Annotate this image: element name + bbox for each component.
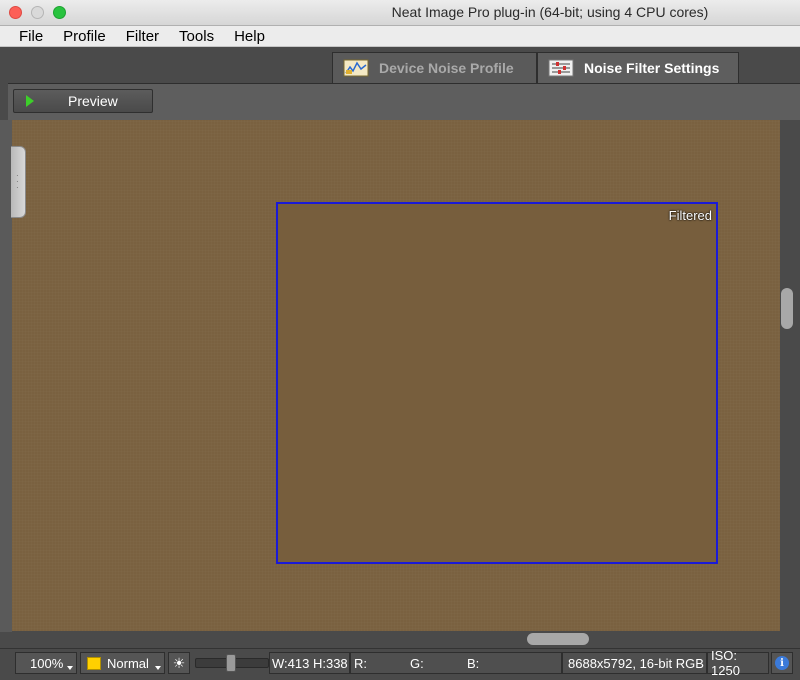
title-bar: Neat Image Pro plug-in (64-bit; using 4 … <box>0 0 800 26</box>
tab-bar: Device Noise Profile Noise Filter Settin… <box>8 47 800 83</box>
g-label: G: <box>410 655 424 671</box>
tab-noise-filter-settings[interactable]: Noise Filter Settings <box>537 52 739 83</box>
status-bar: 100% Normal ☀ W:413 H:338 R: G: B: 8688x… <box>0 648 800 680</box>
tab-noise-label: Noise Filter Settings <box>584 60 720 76</box>
view-mode-value: Normal <box>107 655 149 671</box>
horizontal-scrollbar[interactable] <box>12 631 780 648</box>
vertical-scrollbar[interactable] <box>780 120 800 631</box>
horizontal-scroll-thumb[interactable] <box>527 633 589 645</box>
b-label: B: <box>467 655 480 671</box>
preview-label: Preview <box>68 93 118 109</box>
info-icon: i <box>775 656 789 670</box>
chevron-down-icon <box>155 666 161 670</box>
zoom-window-button[interactable] <box>53 6 66 19</box>
zoom-value: 100% <box>30 655 64 671</box>
play-icon <box>26 95 34 107</box>
sun-icon: ☀ <box>172 654 186 671</box>
filtered-preview-region[interactable]: Filtered <box>276 202 718 564</box>
filter-settings-icon <box>548 59 574 77</box>
brightness-button[interactable]: ☀ <box>168 652 190 674</box>
window-title: Neat Image Pro plug-in (64-bit; using 4 … <box>391 4 709 20</box>
close-window-button[interactable] <box>9 6 22 19</box>
menu-file[interactable]: File <box>6 26 50 47</box>
mode-swatch-icon <box>87 656 101 670</box>
menu-tools[interactable]: Tools <box>166 26 221 47</box>
menu-profile[interactable]: Profile <box>50 26 113 47</box>
brightness-slider[interactable] <box>193 652 269 674</box>
iso-readout: ISO: 1250 <box>707 648 769 678</box>
noise-profile-icon <box>343 59 369 77</box>
view-mode-dropdown[interactable]: Normal <box>80 652 165 674</box>
image-resolution: 8688x5792, 16-bit RGB <box>562 652 707 674</box>
tab-device-label: Device Noise Profile <box>379 60 514 76</box>
chevron-down-icon <box>67 666 73 670</box>
rgb-readout: R: G: B: <box>350 652 562 674</box>
filtered-label: Filtered <box>668 208 712 223</box>
menu-bar: File Profile Filter Tools Help <box>0 26 800 47</box>
tab-device-noise-profile[interactable]: Device Noise Profile <box>332 52 537 83</box>
minimize-window-button[interactable] <box>31 6 44 19</box>
side-panel-handle[interactable]: · · · <box>11 146 26 218</box>
selection-size-readout: W:413 H:338 <box>269 652 350 674</box>
vertical-scroll-thumb[interactable] <box>781 288 793 329</box>
zoom-dropdown[interactable]: 100% <box>15 652 77 674</box>
grip-icon: · · · <box>16 171 19 192</box>
toolbar: Preview <box>8 83 800 120</box>
selection-height: H:338 <box>312 655 348 671</box>
menu-filter[interactable]: Filter <box>113 26 166 47</box>
menu-help[interactable]: Help <box>221 26 272 47</box>
info-button[interactable]: i <box>771 652 793 674</box>
slider-handle[interactable] <box>226 654 236 672</box>
preview-button[interactable]: Preview <box>13 89 153 113</box>
selection-width: W:413 <box>272 655 310 671</box>
r-label: R: <box>354 655 367 671</box>
